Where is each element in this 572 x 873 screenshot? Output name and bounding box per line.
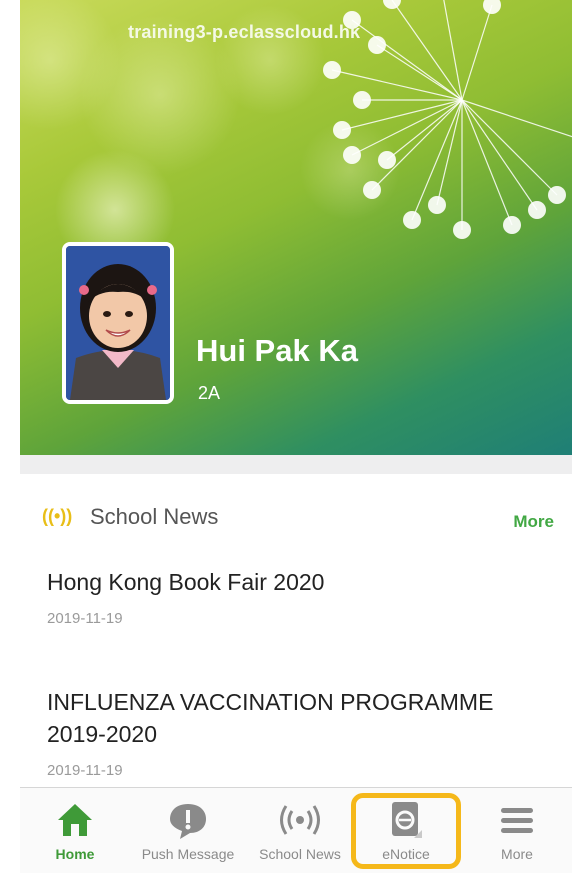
section-divider (20, 455, 572, 474)
news-item[interactable]: Hong Kong Book Fair 2020 2019-11-19 (47, 566, 557, 627)
bottom-tab-bar: Home Push Message School News eNotice Mo… (20, 787, 572, 873)
tab-label: Push Message (141, 846, 235, 862)
news-item-title: INFLUENZA VACCINATION PROGRAMME 2019-202… (47, 689, 494, 747)
tab-school-news[interactable]: School News (248, 788, 352, 873)
student-photo-icon (66, 246, 170, 400)
school-news-header: ((•)) School News More (20, 474, 572, 554)
school-news-title: School News (90, 504, 219, 529)
student-name: Hui Pak Ka (196, 333, 358, 368)
message-bubble-icon (170, 804, 206, 839)
profile-header: training3-p.eclasscloud.hk Hui Pak Ka 2A (20, 0, 572, 455)
broadcast-icon (280, 805, 320, 835)
news-item-date: 2019-11-19 (47, 610, 123, 627)
news-item-date: 2019-11-19 (47, 762, 123, 779)
tab-label: Home (55, 846, 95, 862)
tab-label: School News (259, 846, 341, 862)
news-item-title: Hong Kong Book Fair 2020 (47, 569, 325, 595)
tab-push-message[interactable]: Push Message (130, 788, 246, 873)
app-screen: training3-p.eclasscloud.hk Hui Pak Ka 2A… (20, 0, 572, 873)
news-item[interactable]: INFLUENZA VACCINATION PROGRAMME 2019-202… (47, 686, 557, 779)
menu-icon (501, 808, 533, 833)
student-class: 2A (198, 383, 221, 403)
home-icon (58, 804, 92, 836)
tab-more[interactable]: More (472, 788, 562, 873)
tab-label: More (501, 846, 533, 862)
student-avatar[interactable] (62, 242, 174, 404)
enotice-highlight-box (351, 793, 461, 869)
more-news-link[interactable]: More (513, 512, 554, 532)
broadcast-icon: ((•)) (42, 506, 73, 526)
site-url: training3-p.eclasscloud.hk (128, 22, 361, 42)
tab-home[interactable]: Home (30, 788, 120, 873)
